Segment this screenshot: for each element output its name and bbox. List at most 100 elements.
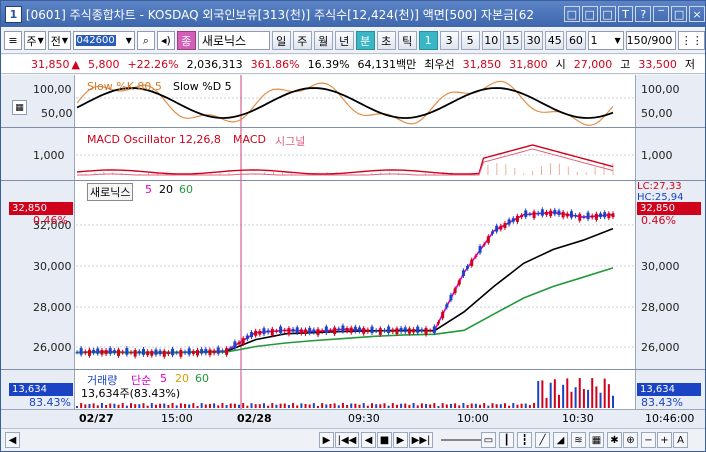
panel-divider[interactable]	[1, 127, 705, 128]
volume-bar	[308, 404, 311, 408]
volume-bar	[346, 405, 349, 408]
zoom-slider[interactable]	[441, 439, 481, 441]
panel-divider[interactable]	[1, 369, 705, 370]
price-legend-name[interactable]: 새로닉스	[87, 183, 134, 201]
maximize-button[interactable]: □	[671, 6, 688, 22]
candle-body	[474, 255, 478, 257]
volume-bar	[503, 403, 506, 408]
candle-icon[interactable]: ┃	[499, 432, 514, 448]
scroll-right-button[interactable]: ▶	[319, 432, 334, 448]
volume-bar	[499, 404, 502, 408]
chart-plot[interactable]	[1, 75, 705, 411]
high-price: 33,500	[638, 57, 677, 71]
candle-body	[133, 350, 137, 357]
candle-body	[308, 327, 312, 334]
candle-body	[75, 352, 79, 354]
candle-body	[262, 328, 266, 335]
minute-60[interactable]: 60	[566, 31, 586, 50]
period-tick[interactable]: 틱	[397, 31, 417, 50]
link-button[interactable]: □	[581, 6, 598, 22]
stoch-k-legend: Slow %K 80,5	[87, 80, 162, 93]
period-second[interactable]: 초	[376, 31, 396, 50]
jump-start-button[interactable]: |◀◀	[335, 432, 359, 448]
font-button[interactable]: T	[617, 6, 634, 22]
zoom-plus-button[interactable]: +	[657, 432, 672, 448]
volume-bar	[134, 404, 137, 408]
volume-bar	[416, 405, 419, 408]
candle-body	[333, 327, 337, 335]
stop-button[interactable]: ■	[377, 432, 392, 448]
table-icon[interactable]: ▦	[589, 432, 604, 448]
market-label: 주	[26, 34, 37, 48]
minute-10[interactable]: 10	[481, 31, 501, 50]
minimize-button[interactable]: ‾	[653, 6, 670, 22]
ask-price: 31,850	[462, 57, 502, 71]
minute-30[interactable]: 30	[524, 31, 544, 50]
minute-45[interactable]: 45	[545, 31, 565, 50]
zoom-in-icon[interactable]: ⊕	[623, 432, 638, 448]
macd-legend: MACD	[233, 133, 266, 146]
text-tool-button[interactable]: A	[673, 432, 688, 448]
market-select[interactable]: 주 ▼	[24, 31, 47, 50]
stock-code-value: 042600	[75, 35, 116, 46]
current-price: 31,850	[31, 57, 70, 71]
candle-body	[237, 342, 241, 345]
unit-select[interactable]: 1 ▼	[587, 31, 624, 50]
candle-body	[304, 329, 308, 334]
candle-body	[108, 348, 112, 354]
play-back-button[interactable]: ◀	[361, 432, 376, 448]
play-button[interactable]: ▶	[393, 432, 408, 448]
volume-bar	[254, 404, 257, 408]
app-icon[interactable]: 1	[5, 5, 22, 23]
scroll-left-button[interactable]: ◀	[5, 432, 20, 448]
jump-end-button[interactable]: ▶▶|	[409, 432, 433, 448]
candle-body	[607, 213, 611, 219]
volume-bar	[404, 403, 407, 408]
settings-icon[interactable]: ✱	[607, 432, 622, 448]
minute-1[interactable]: 1	[418, 31, 438, 50]
screen-button[interactable]: □	[599, 6, 616, 22]
list-button[interactable]: ≡	[4, 31, 22, 50]
area-icon[interactable]: ◢	[553, 432, 568, 448]
chart-type-icon[interactable]: ▭	[481, 432, 496, 448]
chart-area[interactable]: ▦ Slow %K 80,5 Slow %D 5 100,00 50,00 10…	[1, 75, 705, 411]
zoom-minus-button[interactable]: −	[641, 432, 656, 448]
grid-icon[interactable]: ⋮⋮	[678, 31, 706, 50]
volume-bar	[466, 405, 469, 408]
speaker-icon[interactable]: ◂)	[156, 31, 175, 50]
x-label-date: 02/27	[79, 412, 114, 425]
search-icon[interactable]: ⌕	[136, 31, 155, 50]
compare-icon[interactable]: ≋	[571, 432, 586, 448]
period-month[interactable]: 월	[313, 31, 333, 50]
line-icon[interactable]: ╱	[535, 432, 550, 448]
minute-15[interactable]: 15	[502, 31, 522, 50]
period-minute[interactable]: 분	[355, 31, 375, 50]
candle-body	[171, 348, 175, 356]
candle-body	[146, 351, 150, 356]
volume-bar	[383, 403, 386, 408]
copy-window-button[interactable]: □	[563, 6, 580, 22]
minute-3[interactable]: 3	[439, 31, 459, 50]
candle-body	[603, 212, 607, 218]
settings-grid-icon[interactable]: ▦	[12, 100, 27, 115]
unit-value: 1	[590, 34, 598, 47]
candle-body	[362, 328, 366, 334]
stock-code-input[interactable]: 042600 ▼	[72, 31, 135, 50]
stoch-d-legend: Slow %D 5	[173, 80, 232, 93]
help-button[interactable]: ?	[635, 6, 652, 22]
minute-5[interactable]: 5	[460, 31, 480, 50]
candle-body	[79, 348, 83, 355]
count-input[interactable]: 150/900	[625, 31, 677, 50]
period-year[interactable]: 년	[334, 31, 354, 50]
volume-bar	[167, 405, 170, 408]
period-day[interactable]: 일	[271, 31, 291, 50]
stock-type-icon[interactable]: 종	[176, 31, 196, 50]
period-week[interactable]: 주	[292, 31, 312, 50]
panel-divider[interactable]	[1, 180, 705, 181]
title-bar: 1 [0601] 주식종합차트 - KOSDAQ 외국인보유[313(천)] 주…	[1, 1, 705, 27]
close-button[interactable]: ×	[689, 6, 705, 22]
scope-select[interactable]: 전 ▼	[48, 31, 71, 50]
stoch-y-tick: 100,00	[641, 83, 680, 96]
bar-icon[interactable]: ┇	[517, 432, 532, 448]
candle-body	[241, 338, 245, 345]
